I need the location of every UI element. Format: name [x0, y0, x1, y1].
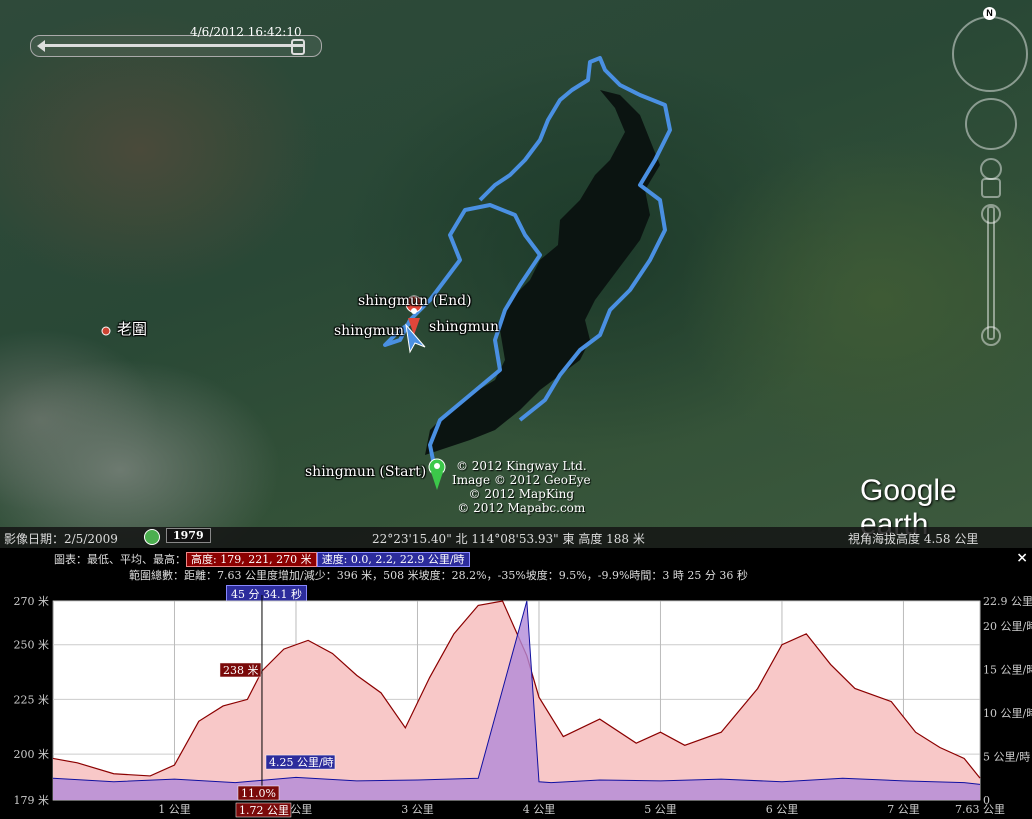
- time-back-icon[interactable]: [37, 40, 45, 52]
- street-view-icon[interactable]: [980, 158, 1002, 180]
- map-view[interactable]: 4/6/2012 16:42:10 shingmun (End) shingmu…: [0, 0, 1032, 548]
- eye-altitude: 視角海拔高度 4.58 公里: [848, 532, 979, 546]
- x-tick-label: 1 公里: [158, 803, 191, 816]
- coordinates-readout: 22°23'15.40" 北 114°08'53.93" 東 高度 188 米: [372, 532, 645, 546]
- x-tick-label: 7.63 公里: [955, 803, 1005, 816]
- track-label-right[interactable]: shingmun: [429, 319, 499, 335]
- pegman-icon[interactable]: [981, 178, 1001, 198]
- imagery-date: 影像日期：2/5/2009: [4, 532, 118, 546]
- y2-tick-label: 22.9 公里/時: [983, 595, 1032, 608]
- village-label[interactable]: 老圍: [117, 318, 147, 339]
- zoom-slider[interactable]: [987, 206, 995, 340]
- year-badge[interactable]: 1979: [166, 528, 211, 543]
- x-tick-label: 3 公里: [401, 803, 434, 816]
- y2-tick-label: 15 公里/時: [983, 664, 1032, 677]
- compass-ring[interactable]: [952, 16, 1028, 92]
- x-tick-label: 7 公里: [887, 803, 920, 816]
- cursor-slope-label: 11.0%: [241, 787, 276, 800]
- y2-tick-label: 20 公里/時: [983, 620, 1032, 633]
- map-credits: © 2012 Kingway Ltd. Image © 2012 GeoEye …: [452, 459, 591, 515]
- x-tick-label: 6 公里: [766, 803, 799, 816]
- elevation-chart[interactable]: 270 米 250 米 225 米 200 米 179 米 22.9 公里/時 20 公里/…: [0, 548, 1032, 819]
- history-clock-icon[interactable]: [144, 529, 160, 545]
- y-tick-label: 200 米: [14, 748, 50, 761]
- cursor-distance-label: 1.72 公里: [239, 804, 289, 817]
- look-control[interactable]: [965, 98, 1017, 150]
- x-tick-label: 5 公里: [644, 803, 677, 816]
- y-tick-label: 179 米: [14, 794, 50, 807]
- y-tick-label: 225 米: [14, 693, 50, 706]
- y-tick-label: 270 米: [14, 595, 50, 608]
- credit-line: Image © 2012 GeoEye: [452, 473, 591, 487]
- y-tick-label: 250 米: [14, 639, 50, 652]
- north-icon[interactable]: N: [983, 7, 996, 20]
- cursor-elevation-label: 238 米: [223, 664, 259, 677]
- end-label[interactable]: shingmun (End): [358, 293, 472, 309]
- y2-tick-label: 5 公里/時: [983, 751, 1030, 764]
- zoom-in-icon[interactable]: [981, 204, 1001, 224]
- y2-tick-label: 10 公里/時: [983, 707, 1032, 720]
- start-label[interactable]: shingmun (Start): [305, 464, 426, 480]
- elevation-profile-panel[interactable]: × 圖表：最低、平均、最高： 高度: 179, 221, 270 米速度: 0.0…: [0, 548, 1032, 819]
- start-pin-icon[interactable]: [428, 458, 446, 490]
- time-slider-handle[interactable]: [291, 39, 305, 55]
- credit-line: © 2012 Kingway Ltd.: [455, 459, 587, 473]
- credit-line: © 2012 MapKing: [468, 487, 575, 501]
- time-slider-track[interactable]: [45, 44, 305, 47]
- track-label-left[interactable]: shingmun: [334, 323, 404, 339]
- time-label: 4/6/2012 16:42:10: [190, 25, 302, 39]
- cursor-speed-label: 4.25 公里/時: [269, 756, 334, 769]
- credit-line: © 2012 Mapabc.com: [457, 501, 586, 515]
- status-bar: 影像日期：2/5/2009 1979 22°23'15.40" 北 114°08…: [0, 527, 1032, 548]
- zoom-out-icon[interactable]: [981, 326, 1001, 346]
- village-marker-icon[interactable]: [101, 326, 111, 336]
- x-tick-label: 4 公里: [523, 803, 556, 816]
